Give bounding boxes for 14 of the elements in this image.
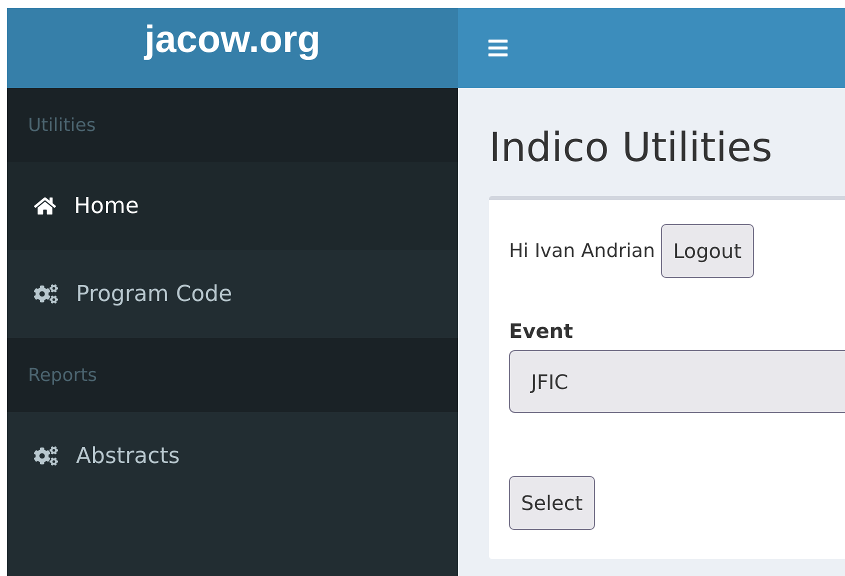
sidebar-section-header: Utilities: [28, 114, 96, 138]
logout-button[interactable]: Logout: [661, 224, 754, 278]
event-field[interactable]: JFIC: [509, 350, 845, 413]
sidebar-item[interactable]: Home: [7, 162, 458, 250]
home-icon: [34, 195, 56, 217]
gears-icon: [34, 283, 58, 305]
gears-icon: [34, 445, 58, 467]
select-button[interactable]: Select: [509, 476, 595, 530]
event-label: Event: [509, 318, 574, 345]
greeting-text: Hi Ivan Andrian: [509, 238, 656, 264]
logo[interactable]: jacow.org: [7, 8, 458, 88]
menu-icon[interactable]: [486, 37, 510, 59]
page-title: Indico Utilities: [489, 124, 774, 173]
sidebar-section-header: Reports: [28, 364, 98, 388]
